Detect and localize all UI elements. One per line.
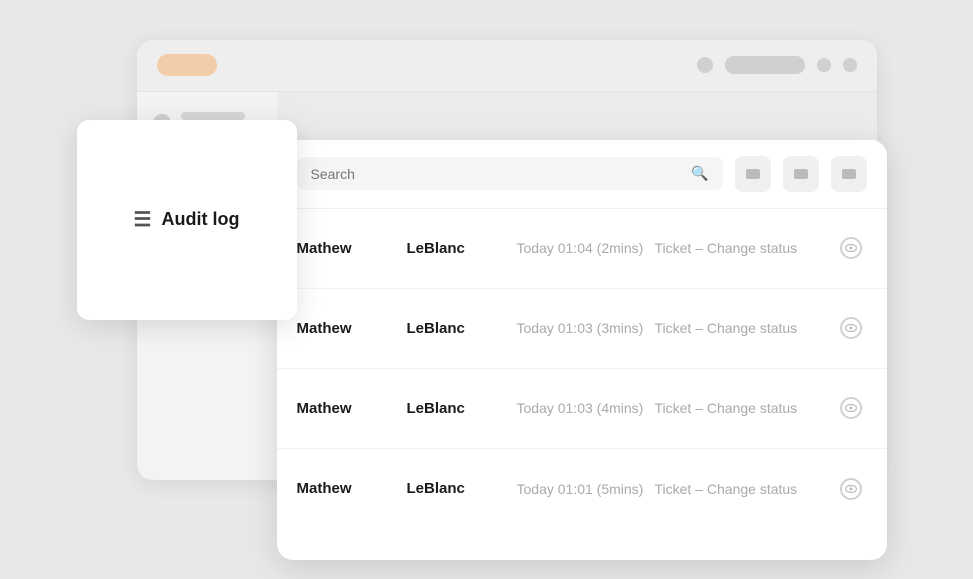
table-row: Mathew LeBlanc Today 01:04 (2mins) Ticke… [277,209,887,289]
last-name: LeBlanc [407,320,517,337]
search-box[interactable]: 🔍 [297,157,723,190]
back-line [181,112,245,120]
action-label: Ticket – Change status [655,400,835,416]
view-button[interactable] [835,397,867,419]
action-label: Ticket – Change status [655,481,835,497]
sort-button[interactable] [783,156,819,192]
main-toolbar: 🔍 [277,140,887,209]
eye-icon[interactable] [840,237,862,259]
search-input[interactable] [311,166,684,182]
audit-log-label: ☰ Audit log [134,207,240,232]
last-name: LeBlanc [407,400,517,417]
table-row: Mathew LeBlanc Today 01:03 (4mins) Ticke… [277,369,887,449]
timestamp: Today 01:01 (5mins) [517,481,655,497]
audit-log-card: ☰ Audit log [77,120,297,320]
timestamp: Today 01:03 (4mins) [517,400,655,416]
view-button[interactable] [835,478,867,500]
main-card: 🔍 Mathew LeBlanc Today 01:04 (2mins) Tic… [277,140,887,560]
sort-icon [794,169,808,179]
first-name: Mathew [297,480,407,497]
filter-button[interactable] [735,156,771,192]
more-icon [842,169,856,179]
scene: ☰ Audit log 🔍 Mathew LeBlanc Toda [77,40,897,540]
last-name: LeBlanc [407,240,517,257]
more-button[interactable] [831,156,867,192]
first-name: Mathew [297,400,407,417]
view-button[interactable] [835,237,867,259]
timestamp: Today 01:03 (3mins) [517,320,655,336]
eye-icon[interactable] [840,317,862,339]
back-pill-gray [725,56,805,74]
filter-icon [746,169,760,179]
timestamp: Today 01:04 (2mins) [517,240,655,256]
first-name: Mathew [297,320,407,337]
table-row: Mathew LeBlanc Today 01:03 (3mins) Ticke… [277,289,887,369]
action-label: Ticket – Change status [655,320,835,336]
back-circle-3 [843,58,857,72]
last-name: LeBlanc [407,480,517,497]
back-circle-2 [817,58,831,72]
eye-icon[interactable] [840,478,862,500]
search-icon[interactable]: 🔍 [691,165,708,182]
view-button[interactable] [835,317,867,339]
eye-icon[interactable] [840,397,862,419]
back-circle-1 [697,57,713,73]
back-topbar [137,40,877,92]
back-pill [157,54,217,76]
audit-log-title: Audit log [161,209,239,230]
table-row: Mathew LeBlanc Today 01:01 (5mins) Ticke… [277,449,887,529]
audit-table: Mathew LeBlanc Today 01:04 (2mins) Ticke… [277,209,887,529]
action-label: Ticket – Change status [655,240,835,256]
first-name: Mathew [297,240,407,257]
list-icon: ☰ [134,207,152,232]
